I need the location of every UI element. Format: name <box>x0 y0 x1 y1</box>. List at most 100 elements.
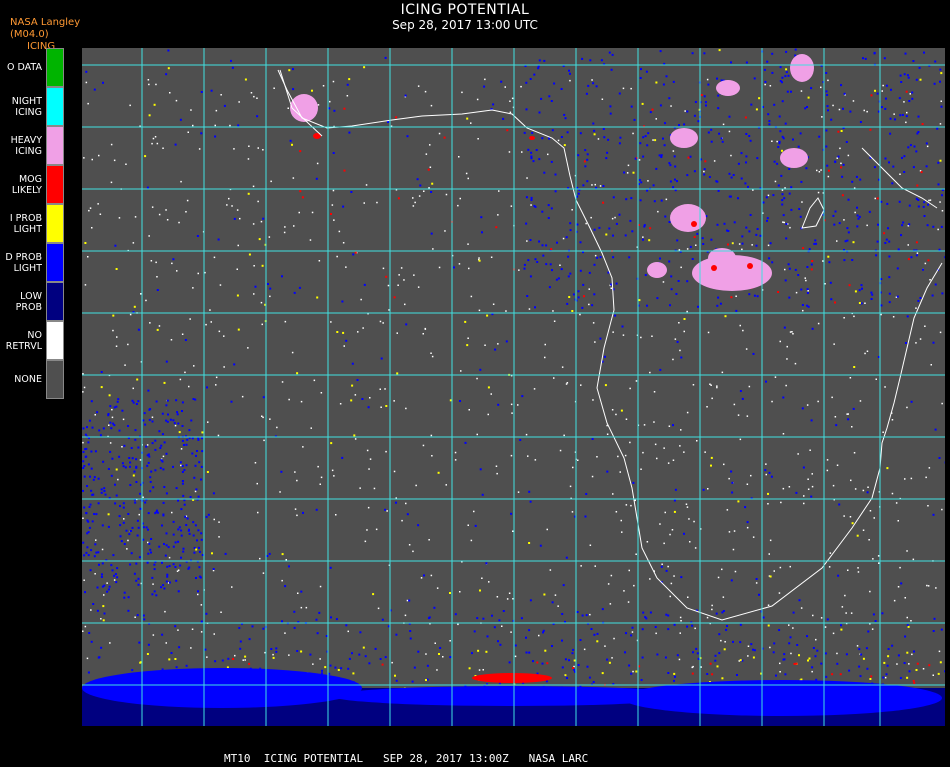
light-icing-pixel <box>765 381 767 383</box>
light-icing-pixel <box>816 650 818 652</box>
light-icing-pixel <box>148 512 150 514</box>
light-icing-pixel <box>933 630 935 632</box>
light-icing-pixel <box>510 513 512 515</box>
no-retrieval-pixel <box>88 210 90 212</box>
light-icing-pixel <box>352 363 354 365</box>
no-retrieval-pixel <box>833 633 835 635</box>
light-icing-pixel <box>830 298 832 300</box>
no-retrieval-pixel <box>827 470 829 472</box>
no-retrieval-pixel <box>320 586 322 588</box>
no-retrieval-pixel <box>748 646 750 648</box>
light-icing-pixel <box>650 111 652 113</box>
light-icing-pixel <box>738 163 740 165</box>
prob-light-pixel <box>438 653 440 655</box>
no-retrieval-pixel <box>733 549 735 551</box>
no-retrieval-pixel <box>821 617 823 619</box>
light-icing-pixel <box>106 591 108 593</box>
light-icing-pixel <box>782 397 784 399</box>
light-icing-pixel <box>89 420 91 422</box>
no-retrieval-pixel <box>913 559 915 561</box>
no-retrieval-pixel <box>184 372 186 374</box>
light-icing-pixel <box>172 258 174 260</box>
light-icing-pixel <box>85 456 87 458</box>
light-icing-pixel <box>614 315 616 317</box>
light-icing-pixel <box>770 242 772 244</box>
prob-light-pixel <box>469 667 471 669</box>
light-icing-pixel <box>784 327 786 329</box>
light-icing-pixel <box>775 675 777 677</box>
prob-light-pixel <box>940 661 942 663</box>
no-retrieval-pixel <box>613 638 615 640</box>
light-icing-pixel <box>881 106 883 108</box>
no-retrieval-pixel <box>270 181 272 183</box>
light-icing-pixel <box>754 77 756 79</box>
no-retrieval-pixel <box>809 450 811 452</box>
light-icing-pixel <box>628 665 630 667</box>
light-icing-pixel <box>150 481 152 483</box>
no-retrieval-pixel <box>892 493 894 495</box>
no-retrieval-pixel <box>269 296 271 298</box>
light-icing-pixel <box>744 182 746 184</box>
light-icing-pixel <box>91 468 93 470</box>
mog-likely-pixel <box>869 129 871 131</box>
light-icing-pixel <box>845 240 847 242</box>
light-icing-pixel <box>910 144 912 146</box>
no-retrieval-pixel <box>498 190 500 192</box>
light-icing-pixel <box>531 199 533 201</box>
prob-light-pixel <box>758 97 760 99</box>
light-icing-pixel <box>803 467 805 469</box>
no-retrieval-pixel <box>404 304 406 306</box>
mog-likely-pixel <box>917 663 919 665</box>
no-retrieval-pixel <box>729 131 731 133</box>
no-retrieval-pixel <box>189 318 191 320</box>
light-icing-pixel <box>195 455 197 457</box>
no-retrieval-pixel <box>620 471 622 473</box>
light-icing-pixel <box>115 573 117 575</box>
no-retrieval-pixel <box>926 585 928 587</box>
no-retrieval-pixel <box>716 385 718 387</box>
no-retrieval-pixel <box>766 474 768 476</box>
no-retrieval-pixel <box>521 151 523 153</box>
light-icing-pixel <box>83 465 85 467</box>
light-icing-pixel <box>630 197 632 199</box>
light-icing-pixel <box>176 487 178 489</box>
no-retrieval-pixel <box>832 105 834 107</box>
light-icing-pixel <box>101 488 103 490</box>
page-title: ICING POTENTIAL <box>300 2 630 18</box>
light-icing-pixel <box>172 466 174 468</box>
light-icing-pixel <box>330 567 332 569</box>
light-icing-pixel <box>569 73 571 75</box>
light-icing-pixel <box>459 400 461 402</box>
no-retrieval-pixel <box>679 659 681 661</box>
light-icing-pixel <box>94 476 96 478</box>
no-retrieval-pixel <box>92 159 94 161</box>
light-icing-pixel <box>788 642 790 644</box>
no-retrieval-pixel <box>707 488 709 490</box>
prob-light-pixel <box>147 653 149 655</box>
light-icing-pixel <box>690 246 692 248</box>
light-icing-pixel <box>227 658 229 660</box>
no-retrieval-pixel <box>479 310 481 312</box>
no-retrieval-pixel <box>747 655 749 657</box>
no-retrieval-pixel <box>83 157 85 159</box>
light-icing-pixel <box>384 509 386 511</box>
no-retrieval-pixel <box>833 485 835 487</box>
no-retrieval-pixel <box>580 565 582 567</box>
light-icing-pixel <box>84 591 86 593</box>
light-icing-pixel <box>534 306 536 308</box>
prob-light-pixel <box>711 457 713 459</box>
no-retrieval-pixel <box>439 267 441 269</box>
light-icing-pixel <box>598 227 600 229</box>
no-retrieval-pixel <box>680 617 682 619</box>
light-icing-pixel <box>597 633 599 635</box>
light-icing-pixel <box>543 172 545 174</box>
light-icing-pixel <box>167 414 169 416</box>
no-retrieval-pixel <box>152 583 154 585</box>
light-icing-pixel <box>795 269 797 271</box>
no-retrieval-pixel <box>497 214 499 216</box>
no-retrieval-pixel <box>512 98 514 100</box>
light-icing-pixel <box>201 466 203 468</box>
no-retrieval-pixel <box>811 671 813 673</box>
no-retrieval-pixel <box>220 284 222 286</box>
light-icing-pixel <box>774 161 776 163</box>
